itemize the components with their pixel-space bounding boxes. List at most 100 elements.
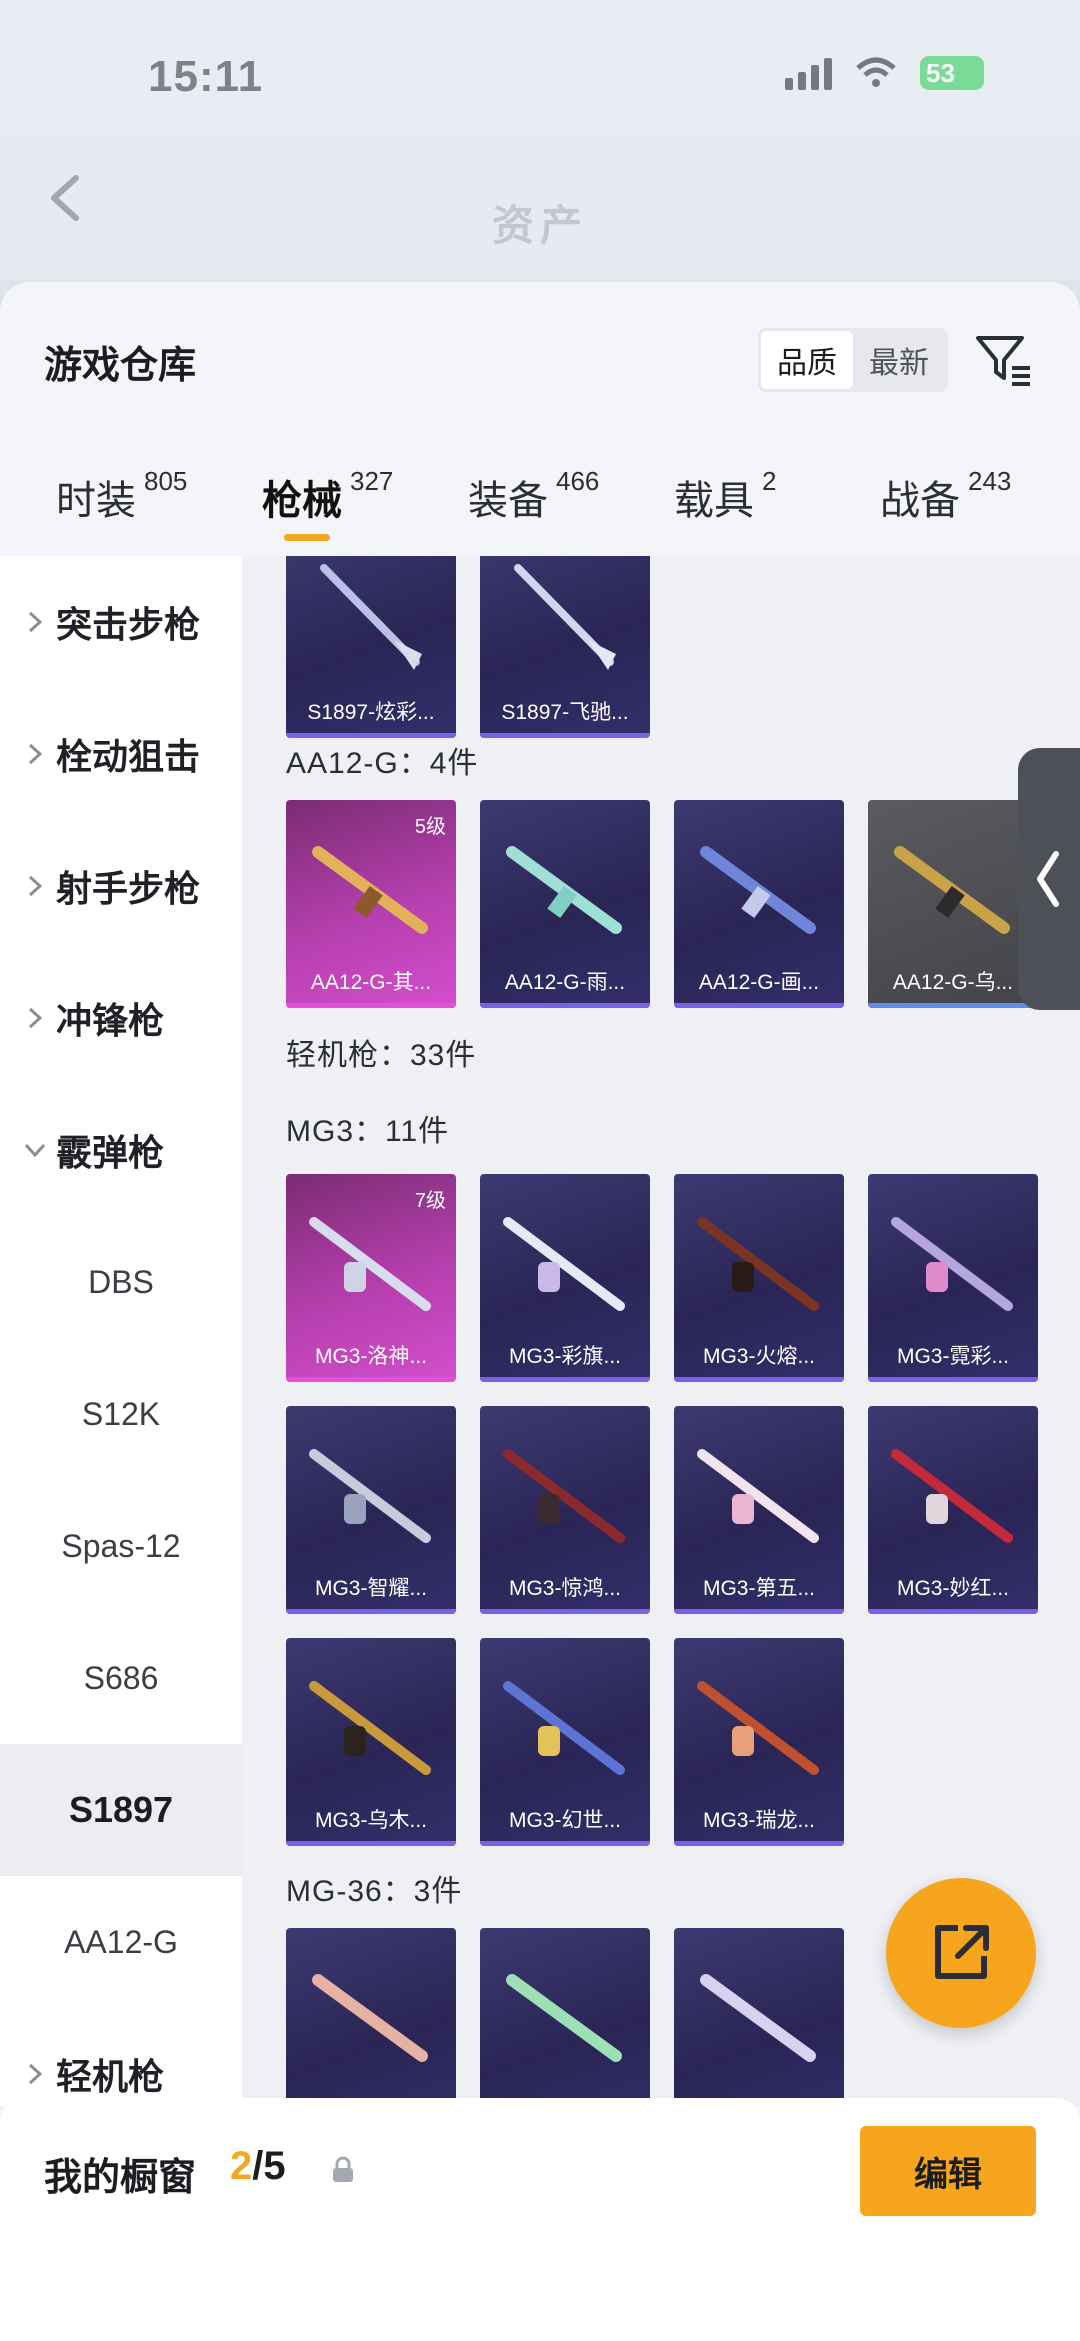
sidebar-item-label: S1897 [68,1789,174,1830]
chevron-right-icon [28,611,43,633]
weapon-name: MG3-妙红... [896,1577,1009,1600]
weapon-card[interactable]: MG3-第五... [674,1406,844,1614]
wifi-icon [856,57,896,87]
showcase-total: /5 [252,2144,286,2188]
weapon-card[interactable] [286,1928,456,2106]
weapon-card[interactable]: 5级 AA12-G-其... [286,800,456,1008]
sidebar-item-label: 冲锋枪 [56,1000,165,1041]
machine-gun-icon [503,1449,625,1543]
machine-gun-icon [309,1681,431,1775]
chevron-right-icon [28,743,43,765]
weapon-name: MG3-幻世... [508,1809,621,1832]
side-panel-handle[interactable] [1018,748,1080,1010]
tab-count: 805 [144,466,188,496]
collapse-arrow-icon [1037,851,1059,907]
weapon-card[interactable]: MG3-瑞龙... [674,1638,844,1846]
sidebar-item-label: 轻机枪 [56,2056,165,2097]
weapon-name: AA12-G-雨... [504,971,626,994]
sidebar-subitem-spas12[interactable]: Spas-12 [0,1480,242,1612]
sidebar-subitem-s12k[interactable]: S12K [0,1348,242,1480]
sidebar-item-label: 霰弹枪 [56,1132,165,1173]
weapon-name: MG3-火熔... [702,1345,815,1368]
weapon-name: MG3-洛神... [314,1345,427,1368]
tab-label: 时装 [56,479,136,523]
category-tabs: 时装 805 枪械 327 装备 466 载具 2 战备 243 [0,466,1080,558]
weapon-card[interactable]: MG3-惊鸿... [480,1406,650,1614]
weapon-name: S1897-炫彩... [307,701,435,724]
edit-button[interactable]: 编辑 [860,2126,1036,2216]
status-time: 15:11 [148,52,264,101]
status-bar: 15:11 53 [0,0,1080,130]
sidebar-subitem-s686[interactable]: S686 [0,1612,242,1744]
weapon-card[interactable]: S1897-炫彩... [286,556,456,738]
tab-supplies[interactable]: 战备 243 [880,466,1011,526]
tab-vehicles[interactable]: 载具 2 [674,466,776,526]
weapon-name: MG3-智耀... [314,1577,427,1600]
category-sidebar: 突击步枪 栓动狙击 射手步枪 冲锋枪 霰弹枪 DBS S12K Spas-12 … [0,556,242,2106]
sidebar-item-label: S686 [83,1659,159,1696]
weapon-card[interactable]: AA12-G-乌... [868,800,1038,1008]
sidebar-item-label: 突击步枪 [56,604,201,645]
weapon-card[interactable]: MG3-妙红... [868,1406,1038,1614]
weapon-card[interactable]: MG3-火熔... [674,1174,844,1382]
sort-newest-button[interactable]: 最新 [853,331,945,389]
weapon-card[interactable]: MG3-乌木... [286,1638,456,1846]
sidebar-item-label: 栓动狙击 [56,736,201,777]
weapon-card[interactable]: MG3-彩旗... [480,1174,650,1382]
rifle-icon [506,846,622,934]
weapon-card[interactable]: MG3-幻世... [480,1638,650,1846]
tab-fashion[interactable]: 时装 805 [56,466,188,526]
sidebar-subitem-dbs[interactable]: DBS [0,1216,242,1348]
sidebar-item-marksman-rifle[interactable]: 射手步枪 [0,820,242,952]
sidebar-subitem-s1897[interactable]: S1897 [0,1744,242,1876]
weapon-card[interactable]: MG3-智耀... [286,1406,456,1614]
sheet-title: 游戏仓库 [44,345,197,387]
chevron-right-icon [28,2063,43,2085]
sidebar-item-assault-rifle[interactable]: 突击步枪 [0,556,242,688]
machine-gun-icon [891,1217,1013,1311]
sort-toggle: 品质 最新 [758,328,948,392]
machine-gun-icon [309,1217,431,1311]
weapon-name: MG3-瑞龙... [702,1809,815,1832]
weapon-card[interactable]: AA12-G-画... [674,800,844,1008]
app-header: 资产 [0,130,1080,280]
sidebar-item-label: AA12-G [64,1923,178,1960]
machine-gun-icon [891,1449,1013,1543]
sidebar-item-smg[interactable]: 冲锋枪 [0,952,242,1084]
tab-count: 327 [350,466,394,496]
machine-gun-icon [503,1217,625,1311]
lock-icon [333,2156,353,2182]
active-tab-indicator [284,534,330,541]
section-label-lmg: 轻机枪：33件 [286,1039,477,1072]
weapon-name: MG3-彩旗... [508,1345,621,1368]
machine-gun-icon [309,1449,431,1543]
section-label-mg36: MG-36：3件 [286,1875,463,1908]
share-button[interactable] [886,1878,1036,2028]
weapon-card[interactable]: MG3-霓彩... [868,1174,1038,1382]
weapon-card[interactable]: S1897-飞驰... [480,556,650,738]
chevron-right-icon [28,1007,43,1029]
sidebar-item-shotgun[interactable]: 霰弹枪 [0,1084,242,1216]
weapon-card[interactable] [674,1928,844,2106]
weapon-name: MG3-第五... [702,1577,815,1600]
chevron-right-icon [28,875,43,897]
tab-firearms[interactable]: 枪械 327 [262,466,394,541]
weapon-card[interactable]: 7级 MG3-洛神... [286,1174,456,1382]
filter-icon[interactable] [972,328,1034,390]
sidebar-item-bolt-sniper[interactable]: 栓动狙击 [0,688,242,820]
weapon-card[interactable]: AA12-G-雨... [480,800,650,1008]
signal-icon [785,56,832,90]
sidebar-item-label: DBS [88,1263,154,1300]
machine-gun-icon [697,1449,819,1543]
tab-equipment[interactable]: 装备 466 [468,466,599,526]
rifle-icon [312,1974,428,2062]
weapon-name: MG3-霓彩... [896,1345,1009,1368]
showcase-count: 2/5 [230,2144,286,2189]
sidebar-subitem-aa12g[interactable]: AA12-G [0,1876,242,2008]
weapon-card[interactable] [480,1928,650,2106]
sort-quality-button[interactable]: 品质 [761,331,853,389]
sidebar-item-label: S12K [81,1395,161,1432]
shotgun-icon [514,564,616,670]
tab-label: 战备 [880,479,960,523]
weapon-name: S1897-飞驰... [501,701,629,724]
